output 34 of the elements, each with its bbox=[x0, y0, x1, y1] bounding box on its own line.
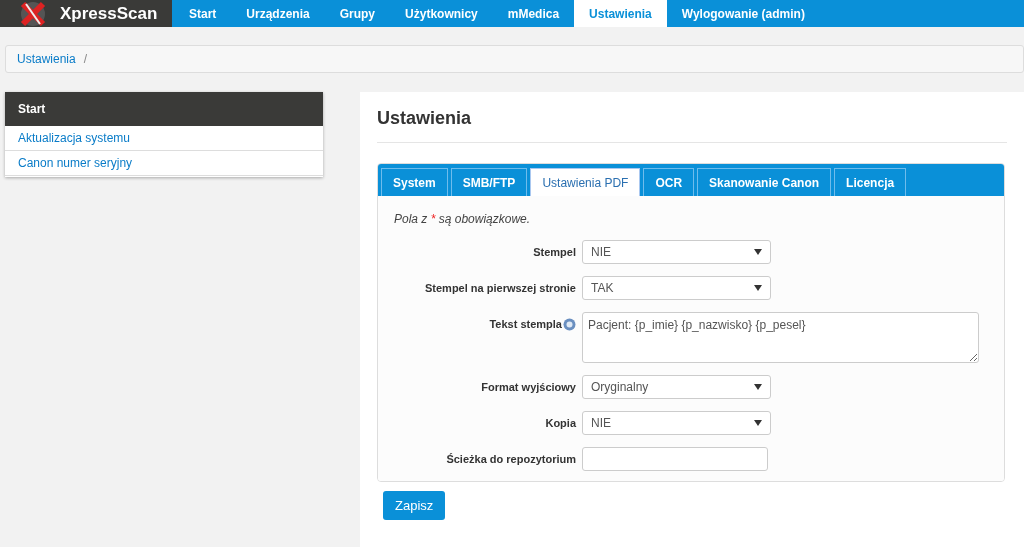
select-field[interactable]: Oryginalny bbox=[582, 375, 771, 399]
select-field[interactable]: TAK bbox=[582, 276, 771, 300]
required-note: Pola z * są obowiązkowe. bbox=[394, 211, 532, 228]
nav-tab[interactable]: Wylogowanie (admin) bbox=[666, 0, 820, 27]
caret-icon bbox=[754, 285, 762, 291]
field-label: Ścieżka do repozytorium bbox=[446, 452, 576, 467]
breadcrumb-link[interactable]: Ustawienia bbox=[17, 50, 76, 68]
help-icon[interactable] bbox=[563, 317, 576, 331]
field-label: Tekst stempla bbox=[489, 317, 562, 332]
save-button[interactable]: Zapisz bbox=[383, 491, 446, 520]
field-label: Kopia bbox=[545, 416, 576, 431]
field-label: Stempel na pierwszej stronie bbox=[425, 281, 576, 296]
text-area[interactable]: Pacjent: {p_imie} {p_nazwisko} {p_pesel} bbox=[582, 312, 979, 363]
nav-tab[interactable]: Start bbox=[174, 0, 232, 27]
nav-tab[interactable]: Ustawienia bbox=[574, 0, 667, 27]
nav-tab[interactable]: Urządzenia bbox=[231, 0, 325, 27]
select-field[interactable]: NIE bbox=[582, 240, 771, 264]
settings-tab[interactable]: Ustawienia PDF bbox=[530, 168, 641, 196]
page-title: Ustawienia bbox=[377, 105, 1007, 143]
sidebar-item[interactable]: Canon numer seryjny bbox=[5, 151, 323, 176]
field-label: Stempel bbox=[533, 245, 576, 260]
sidebar-item[interactable]: Aktualizacja systemu bbox=[5, 126, 323, 151]
brand-name[interactable]: XpressScan bbox=[60, 0, 158, 27]
input-field[interactable] bbox=[582, 447, 768, 471]
caret-icon bbox=[754, 420, 762, 426]
field-label: Format wyjściowy bbox=[481, 380, 576, 395]
nav-tab[interactable]: mMedica bbox=[492, 0, 575, 27]
sidebar-title: Start bbox=[5, 92, 323, 126]
breadcrumb-separator: / bbox=[83, 51, 88, 68]
select-field[interactable]: NIE bbox=[582, 411, 771, 435]
caret-icon bbox=[754, 249, 762, 255]
caret-icon bbox=[754, 384, 762, 390]
nav-tab[interactable]: Użytkownicy bbox=[390, 0, 493, 27]
nav-tab[interactable]: Grupy bbox=[324, 0, 391, 27]
